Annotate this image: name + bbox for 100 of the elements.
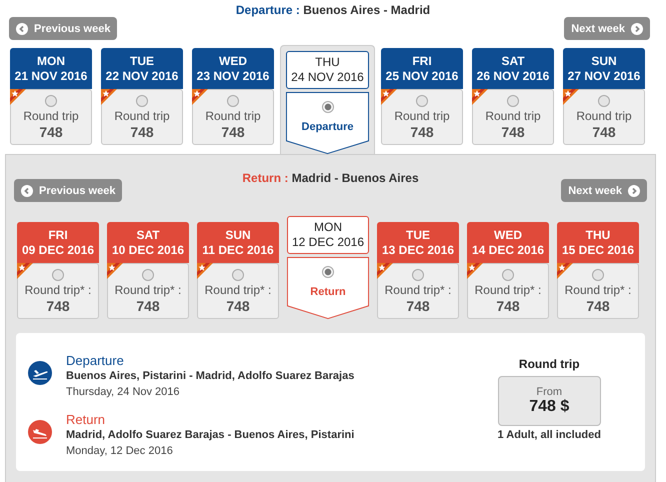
fare-price: 748 xyxy=(406,298,430,314)
fare-price: 748 xyxy=(46,298,70,314)
weekday: WED xyxy=(494,228,522,242)
fare-price: 748 xyxy=(496,298,520,314)
day-header[interactable]: WED 14 DEC 2016 xyxy=(467,222,549,263)
fare-label: Round trip xyxy=(394,109,450,123)
date: 14 DEC 2016 xyxy=(472,242,544,258)
day-header[interactable]: SAT 26 NOV 2016 xyxy=(472,48,554,89)
chevron-right-icon xyxy=(631,22,643,34)
fare-price: 748 xyxy=(130,124,154,140)
radio-button[interactable] xyxy=(52,269,64,281)
fare-price: 748 xyxy=(586,298,610,314)
date: 09 DEC 2016 xyxy=(22,242,94,258)
day-header[interactable]: FRI 09 DEC 2016 xyxy=(17,222,99,263)
star-ribbon-icon xyxy=(17,263,33,279)
leg-route: Madrid, Adolfo Suarez Barajas - Buenos Aires, Pistarini xyxy=(66,428,354,443)
date: 25 NOV 2016 xyxy=(386,68,458,84)
chevron-left-icon xyxy=(16,22,28,34)
fare-label: Round trip* : xyxy=(564,283,632,297)
total-price: 748 $ xyxy=(529,398,570,416)
fare-price: 748 xyxy=(592,124,616,140)
leg-title: Return xyxy=(66,412,106,428)
fare-label: Round trip* : xyxy=(114,283,182,297)
radio-button[interactable] xyxy=(136,95,148,107)
star-ribbon-icon xyxy=(381,89,397,105)
fare-card[interactable]: Round trip* : 748 xyxy=(197,263,279,319)
route: Buenos Aires - Madrid xyxy=(303,3,430,17)
weekday: TUE xyxy=(130,54,154,68)
radio-button[interactable] xyxy=(416,95,428,107)
leg-title: Departure xyxy=(66,353,125,369)
day-header[interactable]: MON 21 NOV 2016 xyxy=(10,48,92,89)
star-ribbon-icon xyxy=(107,263,123,279)
weekday: TUE xyxy=(406,228,430,242)
section-label: Return : xyxy=(242,171,288,185)
fare-label: Round trip xyxy=(576,109,632,123)
fare-card[interactable]: Round trip* : 748 xyxy=(467,263,549,319)
date: 13 DEC 2016 xyxy=(382,242,454,258)
date: 12 DEC 2016 xyxy=(292,235,364,250)
fare-label: Round trip xyxy=(23,109,79,123)
fare-card[interactable]: Round trip 748 xyxy=(563,89,645,145)
fare-card[interactable]: Departure xyxy=(286,92,369,154)
star-ribbon-icon xyxy=(101,89,117,105)
day-header[interactable]: SUN 27 NOV 2016 xyxy=(563,48,645,89)
fare-card[interactable]: Round trip* : 748 xyxy=(17,263,99,319)
fare-price: 748 xyxy=(39,124,63,140)
radio-button[interactable] xyxy=(232,269,244,281)
weekday: SAT xyxy=(501,54,525,68)
next-week-button[interactable]: Next week xyxy=(561,179,647,202)
day-header[interactable]: SAT 10 DEC 2016 xyxy=(107,222,189,263)
fare-label: Round trip xyxy=(114,109,170,123)
leg-date: Monday, 12 Dec 2016 xyxy=(66,444,174,459)
plane-icon xyxy=(28,361,52,385)
fare-label: Return xyxy=(310,286,346,298)
star-ribbon-icon xyxy=(467,263,483,279)
radio-button[interactable] xyxy=(227,95,239,107)
previous-week-button[interactable]: Previous week xyxy=(9,17,118,40)
radio-button[interactable] xyxy=(412,269,424,281)
day-header[interactable]: MON 12 DEC 2016 xyxy=(287,216,369,254)
fare-card[interactable]: Round trip 748 xyxy=(101,89,183,145)
fare-label: Round trip xyxy=(205,109,261,123)
day-header[interactable]: SUN 11 DEC 2016 xyxy=(197,222,279,263)
fare-card[interactable]: Round trip 748 xyxy=(381,89,463,145)
radio-button[interactable] xyxy=(598,95,610,107)
day-header[interactable]: THU 24 NOV 2016 xyxy=(286,51,369,89)
leg-date: Thursday, 24 Nov 2016 xyxy=(66,385,181,400)
price-from: From xyxy=(536,386,562,398)
chevron-left-icon xyxy=(21,184,33,196)
weekday: THU xyxy=(586,228,610,242)
day-header[interactable]: FRI 25 NOV 2016 xyxy=(381,48,463,89)
fare-label: Round trip* : xyxy=(474,283,542,297)
fare-label: Round trip xyxy=(485,109,541,123)
fare-card[interactable]: Round trip* : 748 xyxy=(377,263,459,319)
fare-card[interactable]: Round trip 748 xyxy=(192,89,274,145)
fare-card[interactable]: Round trip* : 748 xyxy=(557,263,639,319)
radio-button[interactable] xyxy=(502,269,514,281)
fare-price: 748 xyxy=(136,298,160,314)
weekday: WED xyxy=(219,54,247,68)
fare-card[interactable]: Round trip* : 748 xyxy=(107,263,189,319)
radio-button[interactable] xyxy=(592,269,604,281)
day-header[interactable]: WED 23 NOV 2016 xyxy=(192,48,274,89)
day-header[interactable]: THU 15 DEC 2016 xyxy=(557,222,639,263)
section-label: Departure : xyxy=(236,3,300,17)
star-ribbon-icon xyxy=(10,89,26,105)
price-heading: Round trip xyxy=(518,357,580,371)
fare-card[interactable]: Round trip 748 xyxy=(10,89,92,145)
radio-button[interactable] xyxy=(45,95,57,107)
day-header[interactable]: TUE 13 DEC 2016 xyxy=(377,222,459,263)
fare-price: 748 xyxy=(501,124,525,140)
radio-button[interactable] xyxy=(142,269,154,281)
fare-card[interactable]: Return xyxy=(287,257,369,319)
fare-price: 748 xyxy=(226,298,250,314)
radio-button[interactable] xyxy=(507,95,519,107)
date: 15 DEC 2016 xyxy=(562,242,634,258)
weekday: SUN xyxy=(591,54,617,68)
star-ribbon-icon xyxy=(472,89,488,105)
previous-week-button[interactable]: Previous week xyxy=(14,179,122,202)
next-week-button[interactable]: Next week xyxy=(564,17,650,40)
date: 26 NOV 2016 xyxy=(476,68,550,84)
fare-card[interactable]: Round trip 748 xyxy=(472,89,554,145)
day-header[interactable]: TUE 22 NOV 2016 xyxy=(101,48,183,89)
